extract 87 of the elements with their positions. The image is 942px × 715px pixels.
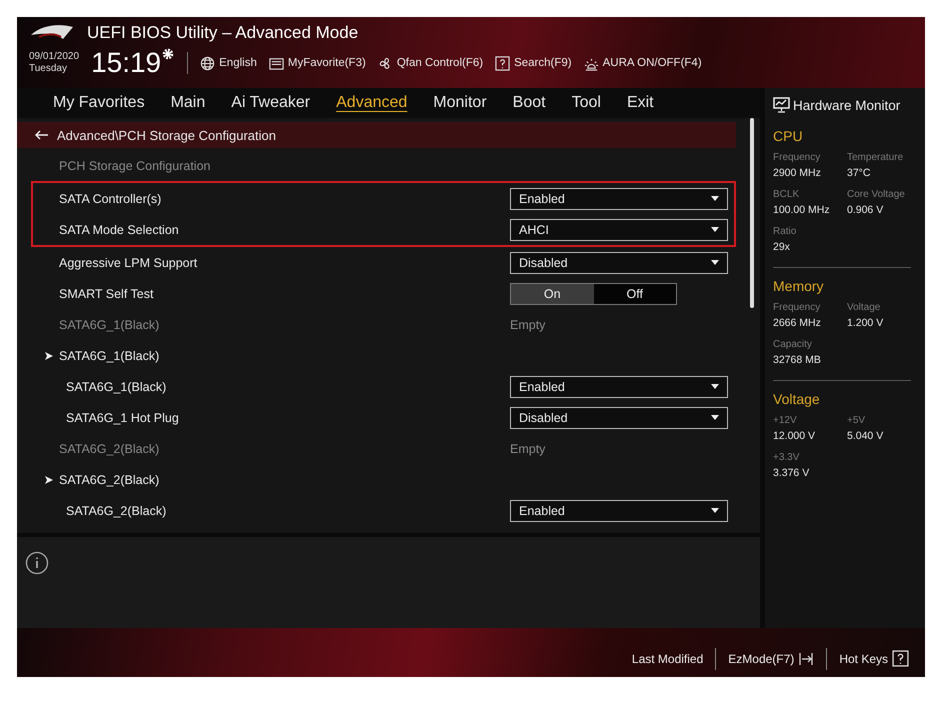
footer-button[interactable]: EzMode(F7)	[716, 650, 826, 666]
menu-tab[interactable]: Monitor	[433, 94, 487, 112]
menu-tab[interactable]: Advanced	[336, 94, 408, 112]
section-title: Memory	[773, 278, 825, 294]
sensor-label: Voltage	[847, 302, 882, 313]
sensor-value: 32768 MB	[773, 354, 822, 366]
setting-value: Empty	[510, 442, 546, 456]
folder-icon	[268, 56, 284, 70]
sensor-value: 5.040 V	[847, 430, 884, 442]
toolbar-button[interactable]: Qfan Control(F6)	[378, 56, 484, 70]
menu-tab[interactable]: Tool	[572, 94, 601, 112]
section-title: Voltage	[773, 391, 821, 407]
sensor-value: 0.906 V	[847, 204, 884, 216]
caret-icon	[711, 196, 719, 201]
setting-label: Aggressive LPM Support	[59, 256, 198, 270]
sensor-value: 2900 MHz	[773, 167, 822, 179]
caret-icon	[711, 415, 719, 420]
setting-label: SATA6G_1 Hot Plug	[66, 410, 180, 424]
sensor-label: Temperature	[847, 152, 904, 163]
info-icon	[25, 551, 49, 575]
dropdown[interactable]: Disabled	[510, 406, 728, 428]
breadcrumb-text: Advanced\PCH Storage Configuration	[57, 128, 276, 142]
arrow-icon	[45, 476, 53, 484]
menu-tab[interactable]: Main	[170, 94, 206, 112]
section-title: CPU	[773, 128, 804, 144]
dropdown[interactable]: AHCI	[510, 218, 728, 240]
setting-label: SATA6G_2(Black)	[66, 504, 168, 518]
setting-value: Empty	[510, 318, 546, 332]
setting-label: SATA Controller(s)	[59, 192, 162, 206]
caret-icon	[711, 508, 719, 513]
toolbar-button[interactable]: AURA ON/OFF(F4)	[584, 56, 702, 70]
setting-label: SATA6G_1(Black)	[66, 380, 168, 394]
caret-icon	[711, 227, 719, 232]
exit-icon	[798, 650, 814, 666]
dropdown[interactable]: Enabled	[510, 500, 728, 522]
sensor-value: 3.376 V	[773, 467, 810, 479]
section-heading: PCH Storage Configuration	[59, 158, 212, 172]
weekday-text: Tuesday	[29, 63, 68, 75]
sensor-label: Core Voltage	[847, 189, 906, 200]
menu-tab[interactable]: Ai Tweaker	[231, 94, 310, 112]
sensor-label: Capacity	[773, 339, 813, 350]
toolbar-button[interactable]: MyFavorite(F3)	[268, 56, 366, 70]
menu-tab[interactable]: Boot	[512, 94, 546, 112]
panel-title: Hardware Monitor	[793, 98, 900, 112]
sensor-label: Frequency	[773, 302, 822, 313]
footer-button[interactable]: Last Modified	[620, 652, 716, 666]
toolbar-button[interactable]: English	[200, 56, 257, 70]
switch-option[interactable]: Off	[594, 284, 676, 304]
submenu-link[interactable]: SATA6G_1(Black)	[59, 348, 728, 362]
scrollbar[interactable]	[750, 118, 754, 308]
date-text: 09/01/2020	[29, 51, 80, 63]
switch-option[interactable]: On	[511, 284, 594, 304]
sensor-label: Ratio	[773, 226, 798, 237]
help-icon	[892, 650, 909, 667]
setting-label: SATA6G_1(Black)	[59, 318, 160, 332]
sensor-value: 37°C	[847, 167, 872, 179]
dropdown[interactable]: Disabled	[510, 252, 728, 274]
footer-button[interactable]: Hot Keys	[827, 650, 921, 667]
sensor-value: 29x	[773, 241, 791, 253]
setting-label: SATA6G_2(Black)	[59, 442, 160, 456]
submenu-link[interactable]: SATA6G_2(Black)	[59, 472, 728, 486]
question-icon	[495, 56, 510, 70]
menu-tab[interactable]: My Favorites	[53, 94, 145, 112]
sensor-value: 2666 MHz	[773, 317, 822, 329]
window-title: UEFI BIOS Utility – Advanced Mode	[87, 23, 358, 43]
dropdown[interactable]: Enabled	[510, 376, 728, 398]
sensor-label: +5V	[847, 415, 866, 426]
menu-tab[interactable]: Exit	[626, 94, 654, 112]
globe-icon	[200, 56, 216, 70]
sensor-value: 12.000 V	[773, 430, 816, 442]
sensor-label: BCLK	[773, 189, 800, 200]
sensor-value: 100.00 MHz	[773, 204, 831, 216]
on-off-switch[interactable]: On Off	[510, 282, 677, 304]
toolbar-button[interactable]: Search(F9)	[495, 56, 572, 70]
clock-time: 15:19	[91, 47, 162, 79]
setting-label: SMART Self Test	[59, 286, 154, 300]
dropdown[interactable]: Enabled	[510, 188, 728, 210]
back-arrow-icon[interactable]	[35, 130, 49, 140]
monitor-icon	[773, 97, 790, 113]
caret-icon	[711, 384, 719, 389]
sensor-value: 1.200 V	[847, 317, 884, 329]
arrow-icon	[45, 352, 53, 360]
sensor-label: +12V	[773, 415, 798, 426]
sensor-label: Frequency	[773, 152, 822, 163]
sensor-label: +3.3V	[773, 452, 800, 463]
setting-label: SATA Mode Selection	[59, 222, 180, 236]
caret-icon	[711, 260, 719, 265]
